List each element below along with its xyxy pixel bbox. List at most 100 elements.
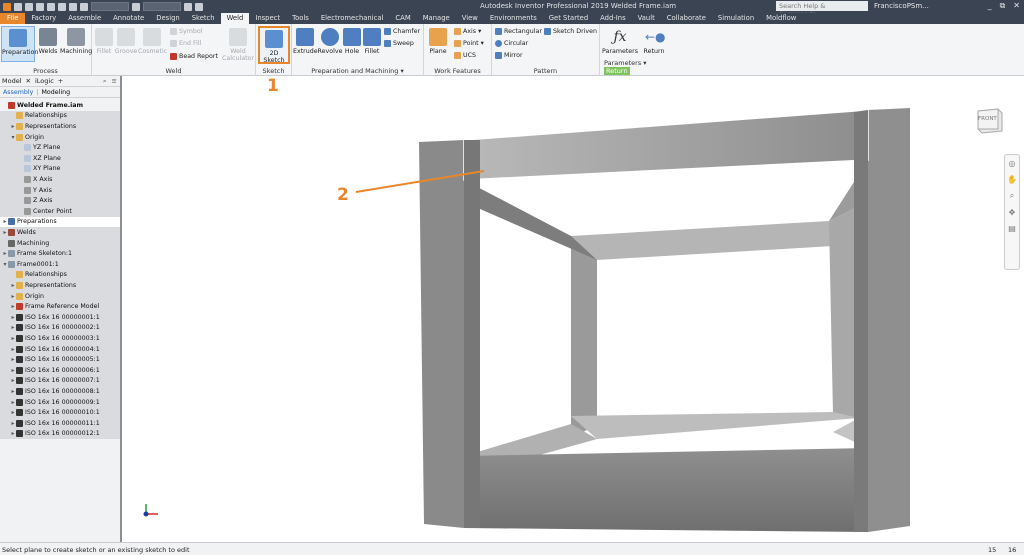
preparation-button[interactable]: Preparation [1,26,38,62]
tree-node[interactable]: ▸ ISO 16x 16 00000011:1 [0,418,120,429]
browser-tab-model[interactable]: Model [2,77,22,85]
tree-node[interactable]: ▸ ISO 16x 16 00000009:1 [0,396,120,408]
tree-node[interactable]: ▸ Representations [0,280,120,291]
tree-node[interactable]: ▸ ISO 16x 16 00000006:1 [0,365,120,376]
ucs-button[interactable]: UCS [454,52,476,59]
tree-node[interactable]: XY Plane [0,163,120,175]
tab-annotate[interactable]: Annotate [107,13,150,24]
tree-node[interactable]: ▾ Origin [0,131,120,143]
right-front-post[interactable] [868,108,910,532]
2d-sketch-button[interactable]: 2D Sketch [258,26,290,64]
look-at-icon[interactable]: ▤ [1008,224,1016,233]
measure-icon[interactable] [184,2,192,11]
redo-icon[interactable] [58,2,66,11]
back-left-post[interactable] [571,236,597,439]
tree-node[interactable]: Relationships [0,110,120,122]
tab-weld[interactable]: Weld [220,13,250,24]
browser-menu-icon[interactable]: ≡ [112,77,117,86]
sweep-button[interactable]: Sweep [384,40,414,47]
tab-factory[interactable]: Factory [25,13,62,24]
tab-cam[interactable]: CAM [389,13,416,24]
user-account[interactable]: FranciscoPSm... [874,2,929,10]
rectangular-pattern-button[interactable]: Rectangular [495,28,542,35]
tree-node[interactable]: ▾ Frame0001:1 [0,259,120,270]
bottom-back-beam[interactable] [571,412,859,439]
browser-tab-close-icon[interactable]: ✕ [26,77,31,85]
tab-electromechanical[interactable]: Electromechanical [315,13,390,24]
groove-button[interactable]: Groove [114,26,138,62]
bead-report-button[interactable]: Bead Report [170,53,218,60]
top-left-connector[interactable] [464,180,597,260]
welded-frame-model[interactable] [124,76,1024,542]
tree-node[interactable]: ▸ ISO 16x 16 00000002:1 [0,322,120,334]
tree-node[interactable]: ▸ Welds [0,227,120,238]
tree-node[interactable]: Machining [0,237,120,249]
tree-node[interactable]: Z Axis [0,195,120,206]
browser-search-icon[interactable]: ⌕ [103,77,107,86]
hole-button[interactable]: Hole [343,26,361,62]
close-button[interactable]: ✕ [1013,1,1020,11]
tree-node[interactable]: ▸ Frame Reference Model [0,301,120,312]
update-icon[interactable] [80,2,88,11]
restore-button[interactable]: ⧉ [1000,1,1006,11]
return-button[interactable]: ←● Return [640,26,668,62]
tab-file[interactable]: File [0,13,26,24]
tree-node[interactable]: ▸ ISO 16x 16 00000004:1 [0,343,120,355]
tab-add-ins[interactable]: Add-Ins [594,13,631,24]
material-combo[interactable] [91,2,129,11]
mirror-button[interactable]: Mirror [495,52,523,59]
orbit-icon[interactable]: ✥ [1009,208,1016,217]
tab-manage[interactable]: Manage [417,13,456,24]
pan-icon[interactable]: ✋ [1007,175,1017,184]
tab-sketch[interactable]: Sketch [186,13,221,24]
fillet-weld-button[interactable]: Fillet [94,26,114,62]
tab-moldflow[interactable]: Moldflow [760,13,802,24]
parameters-qa-icon[interactable] [195,2,203,11]
tree-node[interactable]: ▸ ISO 16x 16 00000008:1 [0,386,120,397]
tab-simulation[interactable]: Simulation [712,13,760,24]
tree-node[interactable]: YZ Plane [0,142,120,153]
tree-node[interactable]: Y Axis [0,184,120,196]
steering-wheel-icon[interactable]: ◎ [1009,159,1016,168]
appearance-combo[interactable] [143,2,181,11]
tree-node[interactable]: Relationships [0,269,120,281]
tree-node[interactable]: Welded Frame.iam [0,100,120,111]
sketch-driven-pattern-button[interactable]: Sketch Driven [544,28,597,35]
open-icon[interactable] [25,2,33,11]
tab-vault[interactable]: Vault [632,13,661,24]
welds-button[interactable]: Welds [36,26,60,62]
browser-tab-ilogic[interactable]: iLogic [35,77,54,85]
browser-add-tab-icon[interactable]: + [58,77,63,85]
revolve-button[interactable]: Revolve [317,26,343,62]
tree-node[interactable]: ▸ ISO 16x 16 00000005:1 [0,354,120,365]
tab-view[interactable]: View [456,13,484,24]
tree-node[interactable]: ▸ ISO 16x 16 00000001:1 [0,312,120,323]
app-logo-icon[interactable] [3,2,11,11]
fillet-button[interactable]: Fillet [361,26,383,62]
tree-node[interactable]: ▸ ISO 16x 16 00000007:1 [0,375,120,387]
viewcube-front-label[interactable]: FRONT [978,116,997,122]
tab-design[interactable]: Design [150,13,185,24]
tree-node[interactable]: ▸ Frame Skeleton:1 [0,248,120,259]
circular-pattern-button[interactable]: Circular [495,40,528,47]
panel-title-prep-machining[interactable]: Preparation and Machining ▾ [292,67,423,75]
browser-subtab-modeling[interactable]: Modeling [41,89,70,96]
appearance-icon[interactable] [132,2,140,11]
tree-node[interactable]: ▸ ISO 16x 16 00000003:1 [0,333,120,344]
zoom-icon[interactable]: ⌕ [1010,191,1014,201]
point-button[interactable]: Point ▾ [454,40,484,47]
symbol-button[interactable]: Symbol [170,28,202,35]
tab-inspect[interactable]: Inspect [249,13,286,24]
cosmetic-button[interactable]: Cosmetic [138,26,167,62]
tree-node[interactable]: ▸ ISO 16x 16 00000012:1 [0,428,120,440]
viewcube[interactable]: FRONT [974,105,1004,135]
tree-node[interactable]: Center Point [0,206,120,217]
plane-button[interactable]: Plane [426,26,450,62]
axis-button[interactable]: Axis ▾ [454,28,481,35]
bottom-front-beam[interactable] [464,448,868,532]
tab-assemble[interactable]: Assemble [62,13,107,24]
tree-node[interactable]: XZ Plane [0,153,120,164]
weld-calculator-button[interactable]: Weld Calculator [222,26,254,62]
left-front-post[interactable] [419,140,464,528]
machining-button[interactable]: Machining [60,26,92,62]
